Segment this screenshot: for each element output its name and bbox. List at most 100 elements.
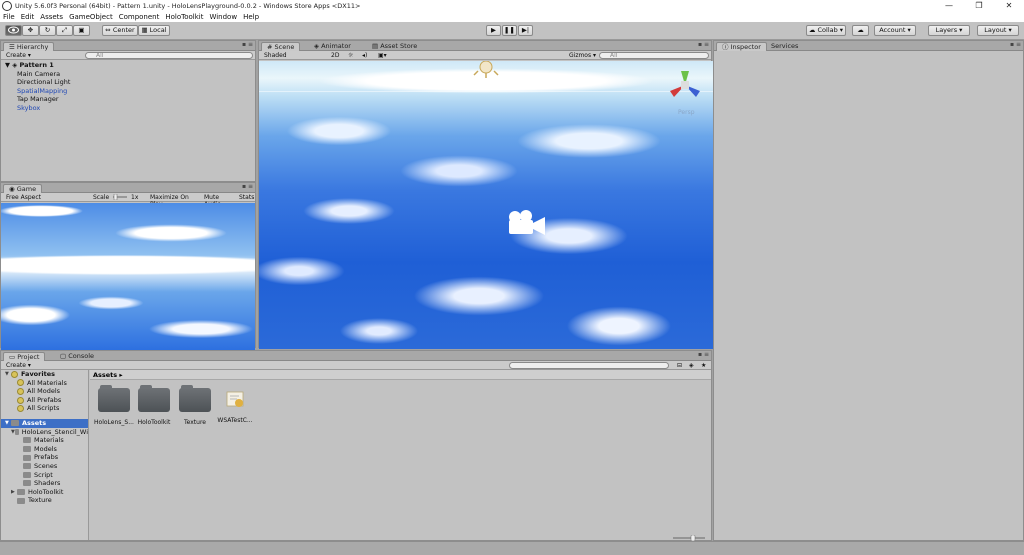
project-tree: ▼ Favorites All Materials All Models All … bbox=[1, 370, 89, 540]
hierarchy-create-dropdown[interactable]: Create ▾ bbox=[4, 52, 34, 59]
favorites-header[interactable]: ▼ Favorites bbox=[1, 370, 88, 379]
tab-services[interactable]: Services bbox=[766, 42, 803, 51]
tab-animator[interactable]: ◈ Animator bbox=[309, 42, 356, 51]
list-item[interactable]: Skybox bbox=[1, 104, 255, 113]
filter-label-button[interactable]: ◈ bbox=[687, 362, 697, 369]
lighting-toggle[interactable]: ☼ bbox=[346, 52, 358, 59]
folder-icon bbox=[179, 385, 211, 412]
list-item[interactable]: SpatialMapping bbox=[1, 87, 255, 96]
asset-certificate[interactable]: WSATestC... bbox=[215, 388, 255, 424]
maximize-button[interactable]: ❐ bbox=[964, 0, 994, 12]
layers-dropdown[interactable]: Layers ▾ bbox=[928, 25, 970, 36]
tab-project[interactable]: ▭ Project bbox=[3, 352, 46, 361]
breadcrumb[interactable]: Assets ▸ bbox=[93, 371, 123, 379]
scale-icon: ⤢ bbox=[61, 26, 68, 34]
menu-holotoolkit[interactable]: HoloToolkit bbox=[165, 13, 203, 21]
hand-tool-button[interactable] bbox=[5, 25, 22, 36]
rotate-tool-button[interactable]: ↻ bbox=[39, 25, 56, 36]
tree-folder[interactable]: ▼ HoloLens_Stencil_Wi bbox=[1, 428, 88, 437]
folder-icon bbox=[23, 437, 31, 444]
window-controls: — ❐ ✕ bbox=[934, 0, 1024, 12]
tab-asset-store[interactable]: ▤ Asset Store bbox=[367, 42, 422, 51]
scale-slider[interactable] bbox=[111, 193, 127, 201]
menu-help[interactable]: Help bbox=[243, 13, 259, 21]
scale-tool-button[interactable]: ⤢ bbox=[56, 25, 73, 36]
minimize-button[interactable]: — bbox=[934, 0, 964, 12]
panel-options-icon[interactable]: ▪ ≡ bbox=[1010, 41, 1021, 48]
play-button[interactable]: ▶ bbox=[486, 25, 501, 36]
search-icon bbox=[17, 379, 24, 387]
menu-edit[interactable]: Edit bbox=[21, 13, 35, 21]
tab-game[interactable]: ◉ Game bbox=[3, 184, 43, 193]
favorite-item[interactable]: All Materials bbox=[1, 379, 88, 388]
account-dropdown[interactable]: Account ▾ bbox=[874, 25, 916, 36]
favorite-item[interactable]: All Scripts bbox=[1, 404, 88, 413]
menu-file[interactable]: File bbox=[3, 13, 15, 21]
panel-options-icon[interactable]: ▪ ≡ bbox=[242, 41, 253, 48]
scene-root[interactable]: ▼ ◈ Pattern 1 bbox=[1, 61, 255, 70]
tree-folder[interactable]: Prefabs bbox=[1, 453, 88, 462]
favorite-button[interactable]: ★ bbox=[699, 362, 709, 369]
panel-options-icon[interactable]: ▪ ≡ bbox=[242, 183, 253, 190]
tab-scene[interactable]: # Scene bbox=[261, 42, 301, 51]
rect-icon: ▣ bbox=[78, 26, 85, 34]
menu-component[interactable]: Component bbox=[119, 13, 160, 21]
shading-dropdown[interactable]: Shaded bbox=[262, 52, 326, 59]
tree-folder[interactable]: Shaders bbox=[1, 479, 88, 488]
favorite-item[interactable]: All Prefabs bbox=[1, 396, 88, 405]
tree-folder[interactable]: Models bbox=[1, 445, 88, 454]
tab-console[interactable]: ▢ Console bbox=[55, 352, 99, 361]
project-create-dropdown[interactable]: Create ▾ bbox=[4, 362, 34, 369]
project-search-input[interactable] bbox=[509, 362, 669, 369]
panel-options-icon[interactable]: ▪ ≡ bbox=[698, 351, 709, 358]
tree-folder[interactable]: Script bbox=[1, 471, 88, 480]
pivot-local-button[interactable]: ▦ Local bbox=[138, 25, 170, 36]
search-icon bbox=[17, 387, 24, 395]
2d-toggle[interactable]: 2D bbox=[329, 52, 343, 59]
menu-assets[interactable]: Assets bbox=[40, 13, 63, 21]
step-button[interactable]: ▶| bbox=[518, 25, 533, 36]
list-item[interactable]: Tap Manager bbox=[1, 95, 255, 104]
tab-inspector[interactable]: ⓘ Inspector bbox=[716, 42, 767, 51]
layout-dropdown[interactable]: Layout ▾ bbox=[977, 25, 1019, 36]
store-icon: ▤ bbox=[372, 42, 381, 50]
menu-window[interactable]: Window bbox=[209, 13, 237, 21]
filter-type-button[interactable]: ⊟ bbox=[675, 362, 685, 369]
asset-folder-hololens[interactable]: HoloLens_S... bbox=[94, 385, 134, 426]
tab-hierarchy[interactable]: ☰ Hierarchy bbox=[3, 42, 55, 51]
axis-gizmo-icon[interactable] bbox=[668, 69, 702, 99]
rect-tool-button[interactable]: ▣ bbox=[73, 25, 90, 36]
menu-gameobject[interactable]: GameObject bbox=[69, 13, 113, 21]
close-button[interactable]: ✕ bbox=[994, 0, 1024, 12]
tree-folder[interactable]: Scenes bbox=[1, 462, 88, 471]
stats-toggle[interactable]: Stats bbox=[237, 194, 255, 201]
panel-options-icon[interactable]: ▪ ≡ bbox=[698, 41, 709, 48]
cloud-button[interactable]: ☁ bbox=[852, 25, 869, 36]
list-item[interactable]: Directional Light bbox=[1, 78, 255, 87]
collab-button[interactable]: ☁ Collab ▾ bbox=[806, 25, 846, 36]
tree-folder[interactable]: ▶ HoloToolkit bbox=[1, 488, 88, 497]
audio-toggle[interactable]: ◂) bbox=[360, 52, 372, 59]
list-item[interactable]: Main Camera bbox=[1, 70, 255, 79]
effects-dropdown[interactable]: ▣▾ bbox=[376, 52, 394, 59]
pivot-center-button[interactable]: ⇔ Center bbox=[102, 25, 138, 36]
game-view[interactable] bbox=[1, 203, 255, 351]
mute-audio-toggle[interactable]: Mute Audio bbox=[202, 194, 236, 208]
asset-folder-texture[interactable]: Texture bbox=[175, 385, 215, 426]
info-icon: ⓘ bbox=[722, 43, 731, 51]
asset-folder-holotoolkit[interactable]: HoloToolkit bbox=[134, 385, 174, 426]
tree-folder[interactable]: Texture bbox=[1, 496, 88, 505]
maximize-on-play-toggle[interactable]: Maximize On Play bbox=[148, 194, 202, 208]
scene-search-input[interactable]: All bbox=[599, 52, 709, 59]
pause-icon: ❚❚ bbox=[504, 26, 515, 34]
favorite-item[interactable]: All Models bbox=[1, 387, 88, 396]
move-tool-button[interactable]: ✥ bbox=[22, 25, 39, 36]
hierarchy-search-input[interactable]: All bbox=[85, 52, 253, 59]
assets-root[interactable]: ▼ Assets bbox=[1, 418, 88, 428]
pause-button[interactable]: ❚❚ bbox=[502, 25, 517, 36]
scene-view[interactable]: Persp bbox=[259, 61, 713, 349]
folder-icon bbox=[17, 489, 25, 496]
aspect-dropdown[interactable]: Free Aspect bbox=[4, 194, 84, 201]
gizmos-dropdown[interactable]: Gizmos ▾ bbox=[567, 52, 597, 59]
tree-folder[interactable]: Materials bbox=[1, 436, 88, 445]
